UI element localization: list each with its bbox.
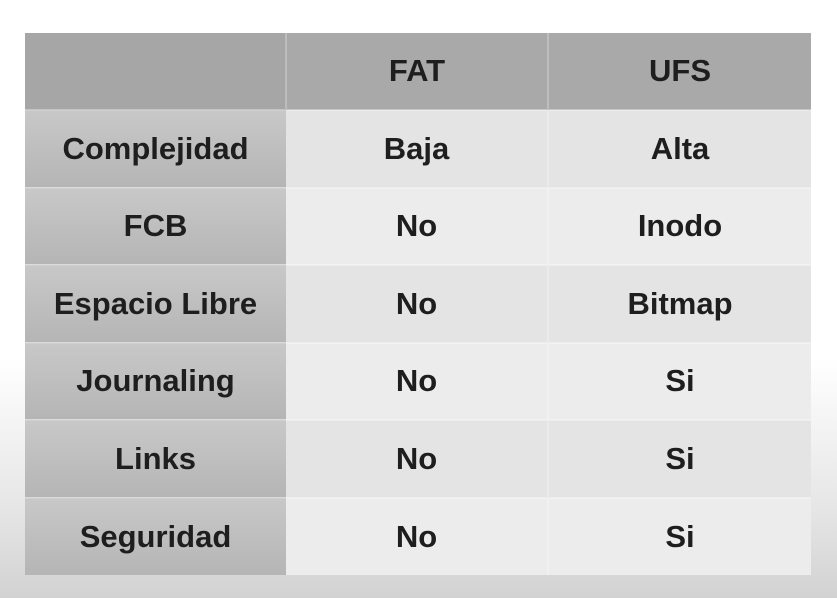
cell-fat-journaling: No	[286, 341, 548, 420]
header-corner-cell	[25, 33, 286, 110]
cell-ufs-complejidad: Alta	[547, 109, 811, 188]
row-label-links: Links	[25, 419, 286, 498]
cell-fat-fcb: No	[286, 186, 548, 265]
row-label-espacio-libre: Espacio Libre	[25, 264, 286, 343]
table-row: FCB No Inodo	[25, 186, 811, 265]
header-ufs: UFS	[547, 33, 811, 110]
table-row: Seguridad No Si	[25, 496, 811, 575]
cell-ufs-journaling: Si	[547, 341, 811, 420]
table-header-row: FAT UFS	[25, 33, 811, 110]
cell-fat-links: No	[286, 419, 548, 498]
table-row: Espacio Libre No Bitmap	[25, 264, 811, 343]
header-fat: FAT	[285, 33, 548, 110]
row-label-complejidad: Complejidad	[25, 109, 286, 188]
cell-ufs-links: Si	[547, 419, 811, 498]
table-row: Complejidad Baja Alta	[25, 109, 811, 188]
comparison-table-container: FAT UFS Complejidad Baja Alta FCB No Ino…	[25, 33, 811, 575]
row-label-journaling: Journaling	[25, 341, 286, 420]
cell-fat-seguridad: No	[286, 496, 548, 575]
cell-ufs-seguridad: Si	[547, 496, 811, 575]
row-label-seguridad: Seguridad	[25, 496, 286, 575]
cell-fat-complejidad: Baja	[286, 109, 548, 188]
cell-fat-espacio-libre: No	[286, 264, 548, 343]
cell-ufs-espacio-libre: Bitmap	[547, 264, 811, 343]
table-row: Journaling No Si	[25, 341, 811, 420]
table-row: Links No Si	[25, 419, 811, 498]
comparison-table: FAT UFS Complejidad Baja Alta FCB No Ino…	[25, 33, 811, 575]
row-label-fcb: FCB	[25, 186, 286, 265]
cell-ufs-fcb: Inodo	[547, 186, 811, 265]
